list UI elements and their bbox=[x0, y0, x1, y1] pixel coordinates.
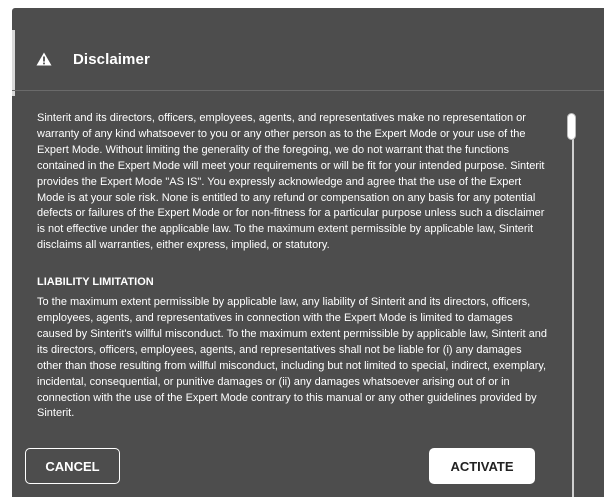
dialog-header: Disclaimer bbox=[12, 8, 604, 91]
dialog-content: Sinterit and its directors, officers, em… bbox=[37, 111, 549, 422]
dialog-title: Disclaimer bbox=[73, 51, 150, 68]
disclaimer-dialog: Disclaimer Sinterit and its directors, o… bbox=[12, 8, 604, 497]
warning-icon bbox=[36, 52, 52, 66]
scrollbar-thumb[interactable] bbox=[567, 113, 576, 140]
scrollbar-track[interactable] bbox=[572, 123, 574, 497]
cancel-button[interactable]: CANCEL bbox=[25, 448, 120, 484]
liability-paragraph: To the maximum extent permissible by app… bbox=[37, 296, 547, 420]
section-heading-liability: LIABILITY LIMITATION bbox=[37, 276, 154, 289]
disclaimer-paragraph: Sinterit and its directors, officers, em… bbox=[37, 112, 545, 252]
activate-button[interactable]: ACTIVATE bbox=[429, 448, 535, 484]
